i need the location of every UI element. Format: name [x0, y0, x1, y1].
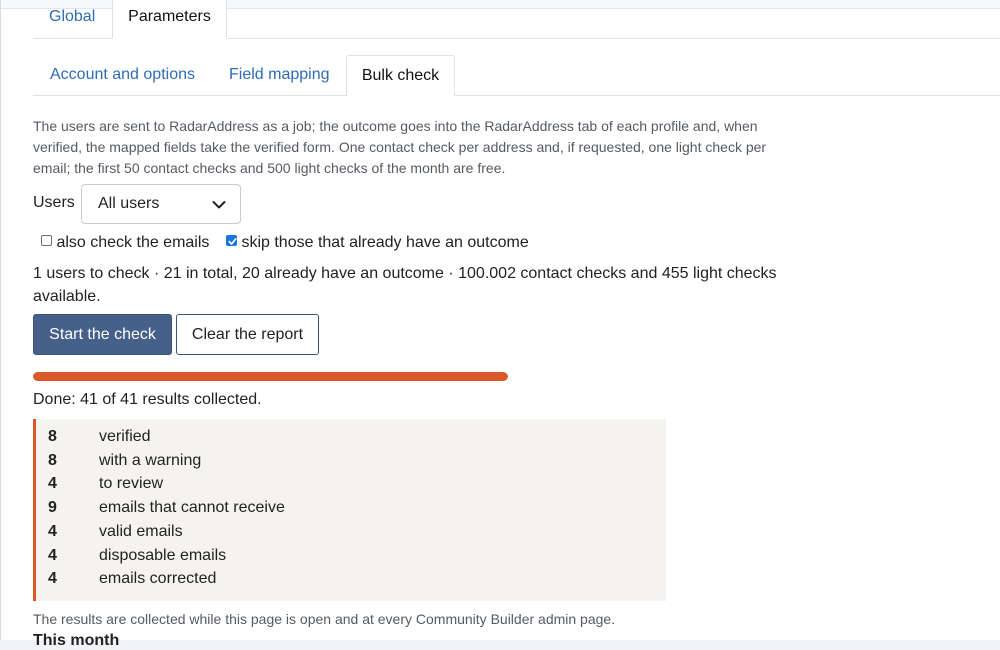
report-count: 4	[48, 475, 57, 493]
page: Global Parameters Account and options Fi…	[0, 0, 1000, 649]
report-count: 8	[48, 428, 57, 445]
skip-existing-option: skip those that already have an outcome	[226, 234, 529, 252]
report-label: with a warning	[99, 451, 202, 469]
status-text: Done: 41 of 41 results collected.	[33, 391, 262, 408]
tab-global[interactable]: Global	[49, 0, 95, 38]
skip-existing-label: skip those that already have an outcome	[241, 234, 529, 251]
results-report: 8 verified 8 with a warning 4 to review 9 email…	[33, 419, 666, 601]
check-summary: 1 users to check · 21 in total, 20 alrea…	[33, 265, 777, 305]
skip-existing-checkbox[interactable]	[226, 235, 237, 247]
report-count: 4	[48, 570, 57, 588]
tab-account-and-options[interactable]: Account and options	[50, 55, 195, 95]
clear-report-button[interactable]: Clear the report	[176, 314, 319, 355]
footnote-text: The results are collected while this pag…	[33, 611, 616, 627]
report-label: emails that cannot receive	[99, 499, 285, 517]
checkmark-icon	[228, 238, 237, 246]
users-select-value: All users	[98, 195, 160, 212]
report-count: 4	[48, 546, 57, 564]
tab-parameters[interactable]: Parameters	[112, 0, 227, 39]
section-heading: This month	[33, 632, 120, 649]
users-label: Users	[33, 194, 75, 211]
description-text: The users are sent to RadarAddress as a …	[33, 118, 767, 176]
tab-bulk-check[interactable]: Bulk check	[346, 55, 455, 97]
report-count: 9	[48, 499, 57, 517]
report-label: to review	[99, 475, 164, 493]
report-label: verified	[99, 428, 151, 445]
report-count: 8	[48, 451, 57, 469]
chevron-down-icon	[212, 201, 226, 209]
report-label: valid emails	[99, 522, 183, 540]
check-emails-label: also check the emails	[56, 234, 210, 251]
top-tab-bar: Global Parameters	[33, 0, 1000, 39]
sub-tab-bar: Account and options Field mapping Bulk c…	[33, 55, 1000, 97]
report-label: disposable emails	[99, 546, 227, 564]
progress-fill	[33, 372, 508, 381]
start-check-button[interactable]: Start the check	[33, 314, 172, 355]
check-emails-option: also check the emails	[41, 234, 209, 252]
progress-bar	[33, 372, 508, 381]
report-count: 4	[48, 522, 57, 540]
report-label: emails corrected	[99, 570, 217, 588]
check-emails-checkbox[interactable]	[41, 235, 52, 247]
users-select[interactable]: All users	[81, 184, 241, 224]
tab-field-mapping[interactable]: Field mapping	[229, 55, 330, 95]
